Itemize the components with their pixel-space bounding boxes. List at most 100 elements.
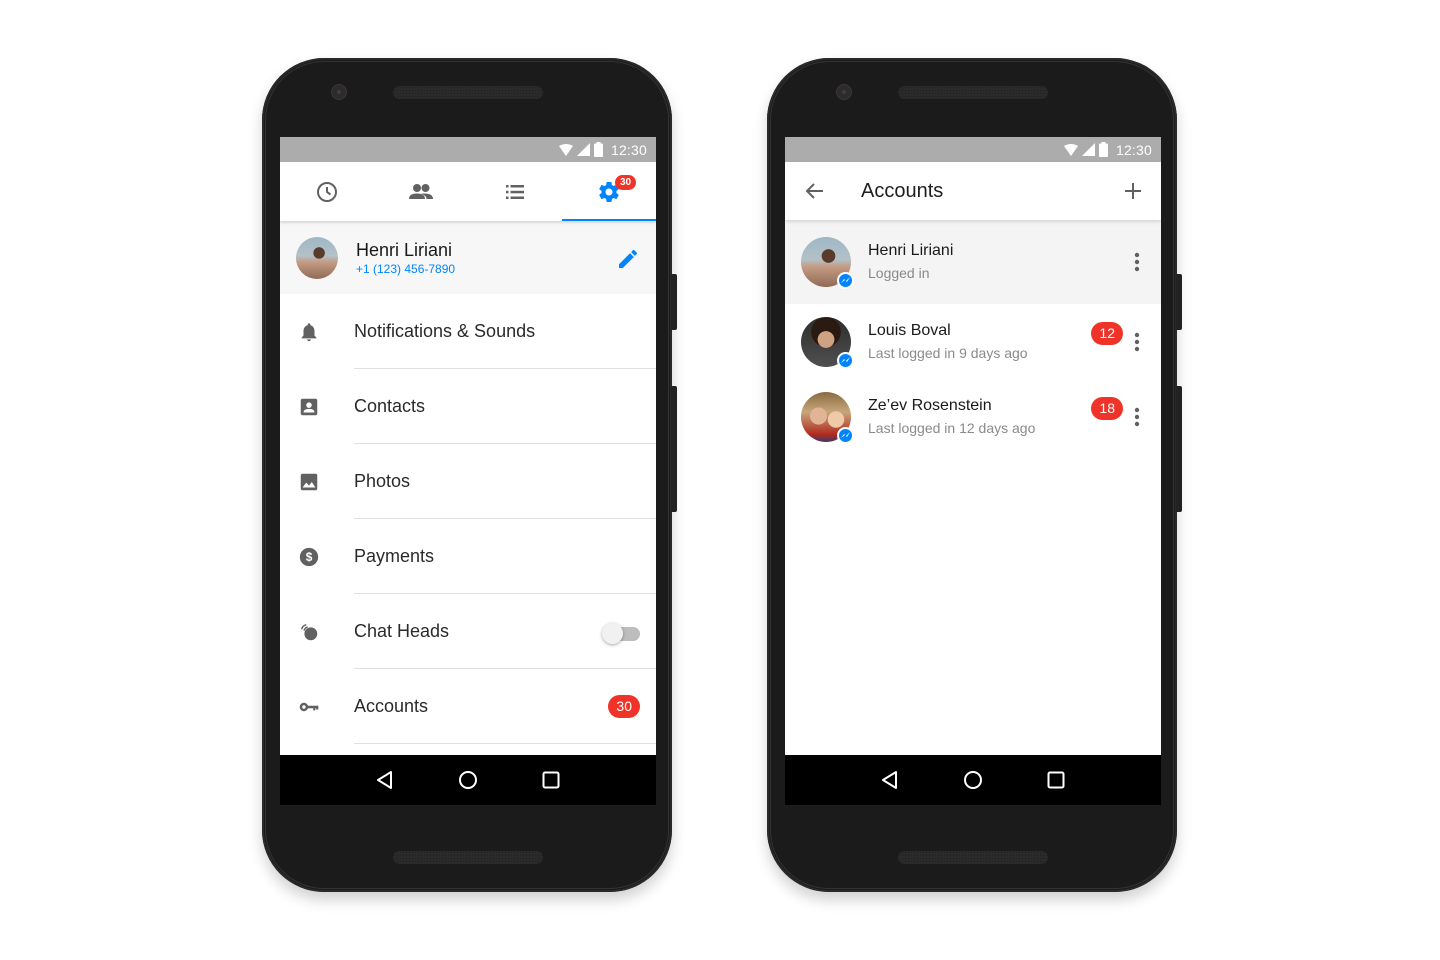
android-nav-bar <box>785 755 1161 805</box>
menu-label: Accounts <box>354 696 429 716</box>
more-options-button[interactable] <box>1127 330 1147 354</box>
back-triangle-icon <box>377 771 393 789</box>
nav-back-button[interactable] <box>870 760 910 800</box>
back-triangle-icon <box>882 771 898 789</box>
power-button <box>1176 274 1182 330</box>
profile-name: Henri Liriani <box>356 239 453 260</box>
page-title: Accounts <box>861 179 944 202</box>
list-icon <box>506 184 524 199</box>
volume-button <box>1176 386 1182 512</box>
edit-profile-button[interactable] <box>616 247 640 271</box>
tab-recent[interactable] <box>280 162 374 221</box>
account-row[interactable]: Ze’ev Rosenstein Last logged in 12 days … <box>785 379 1161 454</box>
avatar <box>801 237 854 289</box>
tab-groups[interactable] <box>468 162 562 221</box>
messenger-badge-icon <box>837 351 854 369</box>
back-button[interactable] <box>803 179 827 203</box>
account-status: Logged in <box>868 265 930 281</box>
earpiece-speaker <box>898 86 1048 99</box>
more-options-button[interactable] <box>1127 250 1147 274</box>
avatar <box>801 391 854 444</box>
tab-settings[interactable]: 30 <box>562 162 656 221</box>
earpiece-speaker <box>393 86 543 99</box>
nav-home-button[interactable] <box>448 760 488 800</box>
unread-badge: 12 <box>1091 322 1123 345</box>
account-name: Ze’ev Rosenstein <box>868 396 992 414</box>
menu-item-accounts[interactable]: Accounts 30 <box>280 669 656 744</box>
pencil-icon <box>619 249 638 268</box>
app-bar: Accounts <box>785 162 1161 220</box>
nav-home-button[interactable] <box>953 760 993 800</box>
account-status: Last logged in 12 days ago <box>868 419 1036 436</box>
battery-icon <box>1098 142 1108 157</box>
accounts-badge: 30 <box>608 695 640 718</box>
signal-icon <box>576 143 590 156</box>
menu-label: Payments <box>354 546 435 566</box>
menu-label: Notifications & Sounds <box>354 321 536 341</box>
menu-item-notifications[interactable]: Notifications & Sounds <box>280 294 656 369</box>
account-name: Henri Liriani <box>868 242 954 259</box>
arrow-left-icon <box>805 183 823 199</box>
home-circle-icon <box>458 771 477 789</box>
accounts-screen: 12:30 Accounts Henri Liriani Logged in L… <box>785 137 1161 805</box>
power-button <box>671 274 677 330</box>
key-icon <box>299 702 319 711</box>
status-time: 12:30 <box>1115 141 1152 158</box>
menu-item-photos[interactable]: Photos <box>280 444 656 519</box>
unread-badge: 18 <box>1091 397 1123 420</box>
account-name: Louis Boval <box>868 321 951 339</box>
messenger-badge-icon <box>837 426 854 444</box>
more-vert-icon <box>1134 407 1140 426</box>
chat-heads-toggle[interactable] <box>602 623 640 644</box>
chat-heads-icon <box>300 623 318 640</box>
avatar <box>801 316 854 369</box>
status-time: 12:30 <box>610 141 647 158</box>
menu-item-chat-heads[interactable]: Chat Heads <box>280 594 656 669</box>
bell-icon <box>301 322 317 341</box>
menu-label: Contacts <box>354 396 426 416</box>
svg-text:$: $ <box>306 550 313 564</box>
recents-square-icon <box>542 771 560 789</box>
battery-icon <box>593 142 603 157</box>
phone-right: 12:30 Accounts Henri Liriani Logged in L… <box>767 58 1182 892</box>
settings-badge: 30 <box>615 175 637 190</box>
tab-people[interactable] <box>374 162 468 221</box>
front-camera <box>332 85 346 99</box>
image-icon <box>300 473 318 490</box>
contact-card-icon <box>300 398 318 415</box>
account-status: Last logged in 9 days ago <box>868 344 1028 361</box>
tab-bar: 30 <box>280 162 656 221</box>
profile-row[interactable]: Henri Liriani +1 (123) 456-7890 <box>280 221 656 294</box>
volume-button <box>671 386 677 512</box>
dollar-circle-icon: $ <box>299 547 319 566</box>
menu-item-payments[interactable]: $ Payments <box>280 519 656 594</box>
toggle-thumb <box>602 623 623 644</box>
wifi-icon <box>1063 143 1078 156</box>
wifi-icon <box>558 143 573 156</box>
status-bar: 12:30 <box>785 137 1161 162</box>
phone-left: 12:30 30 Henri Liriani +1 (123) 456-7890 <box>262 58 677 892</box>
menu-label: Chat Heads <box>354 621 450 641</box>
more-options-button[interactable] <box>1127 405 1147 429</box>
nav-recents-button[interactable] <box>1036 760 1076 800</box>
android-nav-bar <box>280 755 656 805</box>
people-icon <box>409 183 433 199</box>
messenger-badge-icon <box>837 272 854 289</box>
recents-square-icon <box>1047 771 1065 789</box>
signal-icon <box>1081 143 1095 156</box>
bottom-speaker <box>393 851 543 864</box>
bottom-speaker <box>898 851 1048 864</box>
settings-screen: 12:30 30 Henri Liriani +1 (123) 456-7890 <box>280 137 656 805</box>
avatar <box>296 236 338 279</box>
menu-item-contacts[interactable]: Contacts <box>280 369 656 444</box>
nav-back-button[interactable] <box>365 760 405 800</box>
account-row[interactable]: Louis Boval Last logged in 9 days ago 12 <box>785 304 1161 379</box>
more-vert-icon <box>1134 332 1140 351</box>
plus-icon <box>1125 183 1141 199</box>
account-row[interactable]: Henri Liriani Logged in <box>785 220 1161 304</box>
home-circle-icon <box>963 771 982 789</box>
clock-icon <box>317 181 337 202</box>
nav-recents-button[interactable] <box>531 760 571 800</box>
front-camera <box>837 85 851 99</box>
add-account-button[interactable] <box>1121 179 1145 203</box>
